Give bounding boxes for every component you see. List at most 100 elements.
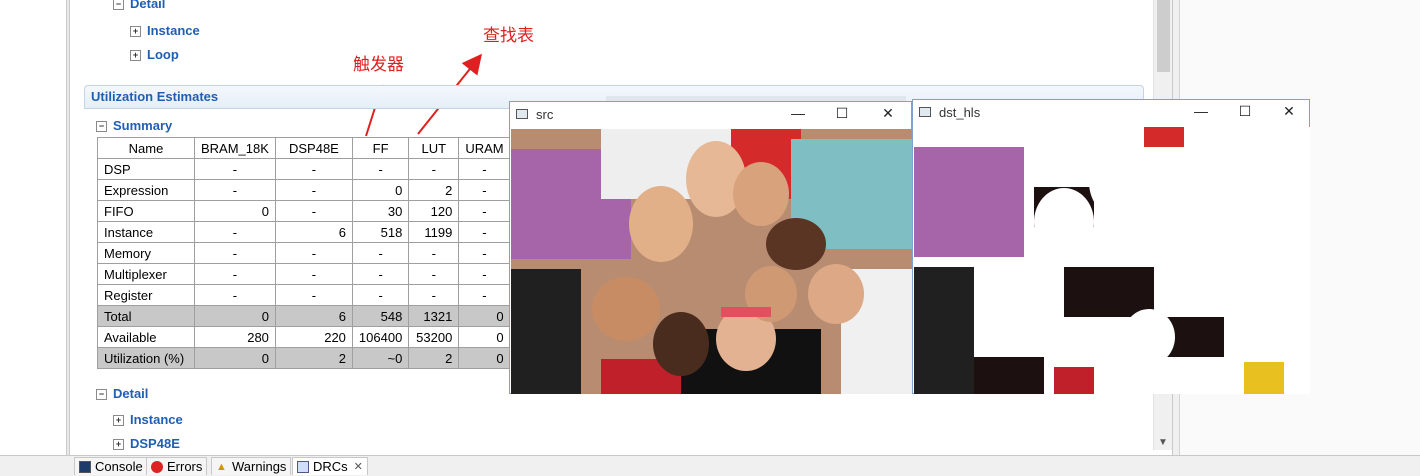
column-header: URAM	[458, 137, 511, 159]
src-titlebar[interactable]: src — ☐ ✕	[510, 102, 911, 128]
value-cell: -	[194, 158, 276, 180]
value-cell: 0	[458, 347, 511, 369]
table-row: Multiplexer - - - - -	[97, 263, 511, 285]
close-icon[interactable]: ✕	[878, 105, 898, 122]
dst-hls-window[interactable]: dst_hls — ☐ ✕	[912, 99, 1310, 394]
table-row: Register - - - - -	[97, 284, 511, 306]
value-cell: -	[194, 263, 276, 285]
collapse-icon[interactable]: −	[96, 121, 107, 132]
utilization-title: Utilization Estimates	[91, 89, 219, 104]
value-cell: -	[194, 179, 276, 201]
value-cell: 2	[274, 347, 353, 369]
value-cell: 1321	[408, 305, 460, 327]
value-cell: 280	[194, 326, 276, 348]
table-row: Instance -6 518 1199-	[97, 221, 511, 243]
dst-image	[914, 127, 1310, 394]
src-image	[511, 129, 912, 394]
value-cell: 0	[194, 200, 276, 222]
value-cell: 30	[351, 200, 410, 222]
value-cell: 548	[351, 305, 410, 327]
table-row: Total 0 6 548 1321 0	[97, 305, 511, 327]
row-name-cell: Memory	[97, 242, 195, 264]
value-cell: 53200	[408, 326, 460, 348]
value-cell: -	[194, 284, 276, 306]
tree-detail-bottom[interactable]: − Detail	[96, 386, 148, 401]
tab-drcs[interactable]: DRCs ✕	[292, 457, 368, 475]
tree-dsp48e[interactable]: + DSP48E	[113, 436, 180, 451]
value-cell: -	[458, 179, 511, 201]
src-window[interactable]: src — ☐ ✕	[509, 101, 912, 394]
value-cell: -	[274, 284, 353, 306]
tree-instance-bottom[interactable]: + Instance	[113, 412, 183, 427]
value-cell: 1199	[408, 221, 460, 243]
value-cell: -	[458, 221, 511, 243]
value-cell: -	[458, 200, 511, 222]
value-cell: -	[194, 242, 276, 264]
value-cell: -	[458, 242, 511, 264]
src-title: src	[536, 107, 554, 122]
value-cell: -	[458, 158, 511, 180]
minimize-icon[interactable]: —	[1191, 103, 1211, 119]
row-name-cell: Utilization (%)	[97, 347, 195, 369]
minimize-icon[interactable]: —	[788, 105, 808, 121]
row-name-cell: Multiplexer	[97, 263, 195, 285]
row-name-cell: Instance	[97, 221, 195, 243]
value-cell: -	[274, 179, 353, 201]
value-cell: -	[274, 158, 353, 180]
value-cell: 0	[194, 347, 276, 369]
window-icon	[516, 109, 528, 119]
error-icon	[151, 460, 163, 473]
dst-titlebar[interactable]: dst_hls — ☐ ✕	[913, 100, 1309, 126]
maximize-icon[interactable]: ☐	[1235, 103, 1255, 120]
value-cell: -	[351, 284, 410, 306]
value-cell: -	[408, 263, 460, 285]
row-name-cell: Expression	[97, 179, 195, 201]
column-header: DSP48E	[274, 137, 353, 159]
value-cell: 6	[274, 221, 353, 243]
table-header: Name BRAM_18K DSP48E FF LUT URAM	[97, 137, 511, 159]
value-cell: 2	[408, 347, 460, 369]
value-cell: -	[458, 284, 511, 306]
table-row: Available 280 220 106400 53200 0	[97, 326, 511, 348]
value-cell: -	[274, 200, 353, 222]
value-cell: -	[351, 158, 410, 180]
value-cell: ~0	[351, 347, 410, 369]
tab-errors[interactable]: Errors	[146, 457, 208, 475]
tree-summary[interactable]: − Summary	[96, 118, 172, 133]
value-cell: -	[351, 263, 410, 285]
value-cell: -	[274, 263, 353, 285]
row-name-cell: Total	[97, 305, 195, 327]
dst-title: dst_hls	[939, 105, 981, 120]
table-row: FIFO 0-30 120-	[97, 200, 511, 222]
close-tab-icon[interactable]: ✕	[354, 460, 363, 473]
row-name-cell: FIFO	[97, 200, 195, 222]
row-name-cell: DSP	[97, 158, 195, 180]
tab-console[interactable]: Console	[74, 457, 148, 475]
row-name-cell: Available	[97, 326, 195, 348]
expand-icon[interactable]: +	[113, 415, 124, 426]
value-cell: 0	[458, 326, 511, 348]
value-cell: -	[408, 242, 460, 264]
bottom-tab-bar: Console Errors ▲ Warnings DRCs ✕	[0, 455, 1420, 476]
expand-icon[interactable]: +	[113, 439, 124, 450]
value-cell: 0	[351, 179, 410, 201]
collapse-icon[interactable]: −	[96, 389, 107, 400]
value-cell: 0	[194, 305, 276, 327]
window-icon	[919, 107, 931, 117]
close-icon[interactable]: ✕	[1279, 103, 1299, 120]
tab-warnings[interactable]: ▲ Warnings	[211, 457, 292, 475]
value-cell: -	[408, 284, 460, 306]
value-cell: 220	[274, 326, 353, 348]
maximize-icon[interactable]: ☐	[832, 105, 852, 122]
console-icon	[79, 460, 91, 473]
column-header: FF	[351, 137, 410, 159]
table-row: Expression - -0 2-	[97, 179, 511, 201]
scroll-down-icon[interactable]: ▼	[1158, 437, 1168, 448]
value-cell: 120	[408, 200, 460, 222]
drc-icon	[297, 460, 309, 473]
value-cell: -	[458, 263, 511, 285]
column-header: BRAM_18K	[194, 137, 276, 159]
value-cell: -	[274, 242, 353, 264]
value-cell: 106400	[351, 326, 410, 348]
scrollbar-thumb[interactable]	[1157, 0, 1170, 72]
